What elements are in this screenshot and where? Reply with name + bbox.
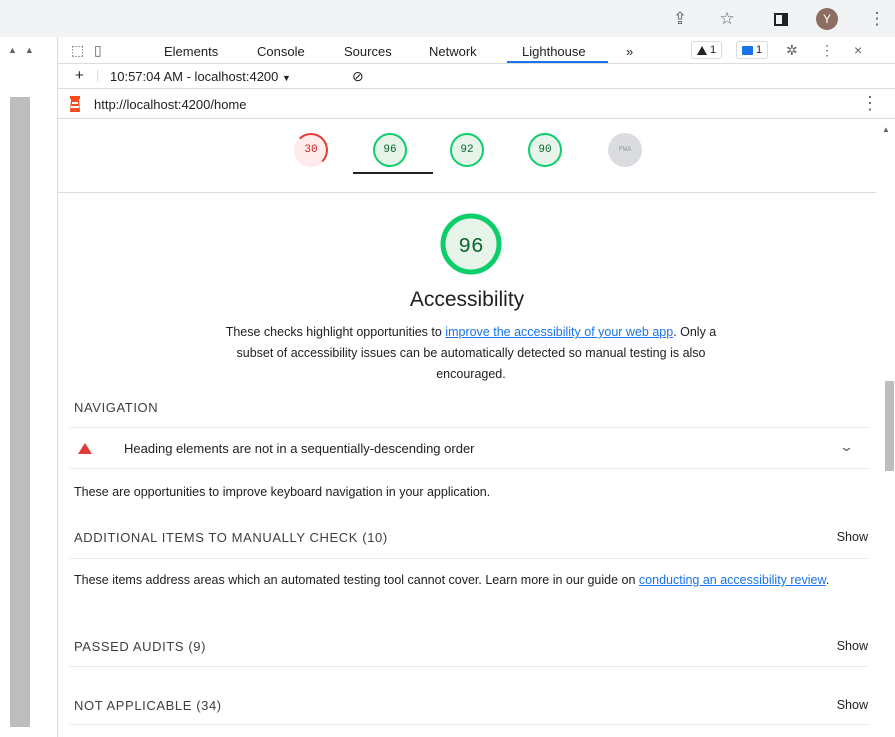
messages-badge[interactable]: 1 [736, 41, 769, 59]
page-scrollbar[interactable] [10, 97, 30, 727]
inspect-element-icon[interactable]: ⬚ [71, 42, 84, 59]
page-viewport: ▲▲ [0, 37, 58, 737]
category-description: These checks highlight opportunities to … [210, 322, 732, 385]
manual-desc-text: These items address areas which an autom… [74, 573, 639, 587]
report-scrollbar[interactable]: ▲ [876, 119, 895, 737]
navigation-description: These are opportunities to improve keybo… [74, 485, 491, 499]
section-manual-check[interactable]: ADDITIONAL ITEMS TO MANUALLY CHECK (10) [74, 530, 388, 545]
divider [69, 724, 868, 725]
chevron-down-icon[interactable]: ⌄ [839, 439, 854, 455]
report-toolbar: + | 10:57:04 AM - localhost:4200 ▼ ⊘ [58, 64, 895, 89]
tab-lighthouse[interactable]: Lighthouse [522, 44, 586, 59]
warnings-badge[interactable]: 1 [691, 41, 723, 59]
more-tabs-icon[interactable]: » [626, 44, 633, 59]
score-seo[interactable]: 90 [528, 133, 562, 167]
section-navigation: NAVIGATION [74, 400, 159, 415]
report-url[interactable]: http://localhost:4200/home [94, 97, 247, 112]
show-passed-button[interactable]: Show [837, 639, 868, 653]
report-menu-icon[interactable]: ⋮ [861, 93, 879, 114]
lighthouse-logo-icon [70, 96, 80, 112]
browser-toolbar: ⇪ ☆ Y ⋮ [0, 0, 895, 37]
show-not-applicable-button[interactable]: Show [837, 698, 868, 712]
share-icon[interactable]: ⇪ [669, 8, 691, 30]
audit-heading-order[interactable]: Heading elements are not in a sequential… [69, 427, 868, 469]
manual-desc-end: . [825, 573, 830, 587]
tab-elements[interactable]: Elements [164, 44, 218, 59]
warning-count: 1 [710, 44, 717, 56]
new-report-button[interactable]: + [75, 67, 84, 84]
accessibility-gauge: 96 [440, 213, 502, 275]
manual-description: These items address areas which an autom… [74, 571, 874, 590]
scroll-thumb[interactable] [885, 381, 894, 471]
category-title: Accessibility [409, 288, 525, 311]
accessibility-doc-link[interactable]: improve the accessibility of your web ap… [445, 325, 673, 339]
active-score-indicator [353, 172, 433, 174]
message-icon [742, 45, 753, 55]
divider [69, 558, 868, 559]
desc-text: These checks highlight opportunities to [225, 325, 446, 339]
scores-header: 30 96 92 90 PWA [58, 119, 876, 193]
report-selector[interactable]: 10:57:04 AM - localhost:4200 ▼ [110, 69, 291, 84]
avatar[interactable]: Y [816, 8, 838, 30]
dropdown-arrow-icon: ▼ [282, 73, 291, 83]
accessibility-score: 96 [458, 236, 483, 259]
devtools-more-icon[interactable]: ⋮ [820, 42, 834, 59]
report-url-bar: http://localhost:4200/home ⋮ [58, 89, 895, 119]
side-panel-icon[interactable] [770, 8, 792, 30]
section-passed-audits[interactable]: PASSED AUDITS (9) [74, 639, 206, 654]
divider [69, 666, 868, 667]
more-vert-icon[interactable]: ⋮ [866, 8, 888, 30]
score-best-practices[interactable]: 92 [450, 133, 484, 167]
close-icon[interactable]: × [854, 42, 862, 58]
report-selector-label: 10:57:04 AM - localhost:4200 [110, 69, 279, 84]
audit-title: Heading elements are not in a sequential… [124, 441, 475, 456]
tab-console[interactable]: Console [257, 44, 305, 59]
score-pwa[interactable]: PWA [608, 133, 642, 167]
scroll-arrows-icon[interactable]: ▲▲ [8, 45, 42, 55]
score-performance[interactable]: 30 [294, 133, 328, 167]
message-count: 1 [756, 44, 763, 56]
device-toolbar-icon[interactable]: ▯ [94, 42, 102, 59]
score-accessibility[interactable]: 96 [373, 133, 407, 167]
accessibility-review-link[interactable]: conducting an accessibility review [639, 573, 826, 587]
clear-icon[interactable]: ⊘ [352, 68, 364, 85]
separator: | [96, 67, 100, 82]
show-manual-button[interactable]: Show [837, 530, 868, 544]
tab-network[interactable]: Network [429, 44, 477, 59]
scroll-up-icon[interactable]: ▲ [882, 125, 890, 134]
fail-icon [78, 443, 92, 454]
star-icon[interactable]: ☆ [716, 8, 738, 30]
devtools-tabbar: ⬚ ▯ Elements Console Sources Network Lig… [58, 37, 895, 64]
active-tab-indicator [507, 61, 608, 63]
tab-sources[interactable]: Sources [344, 44, 392, 59]
section-not-applicable[interactable]: NOT APPLICABLE (34) [74, 698, 222, 713]
settings-gear-icon[interactable]: ✲ [786, 42, 798, 59]
warning-icon [697, 45, 707, 55]
